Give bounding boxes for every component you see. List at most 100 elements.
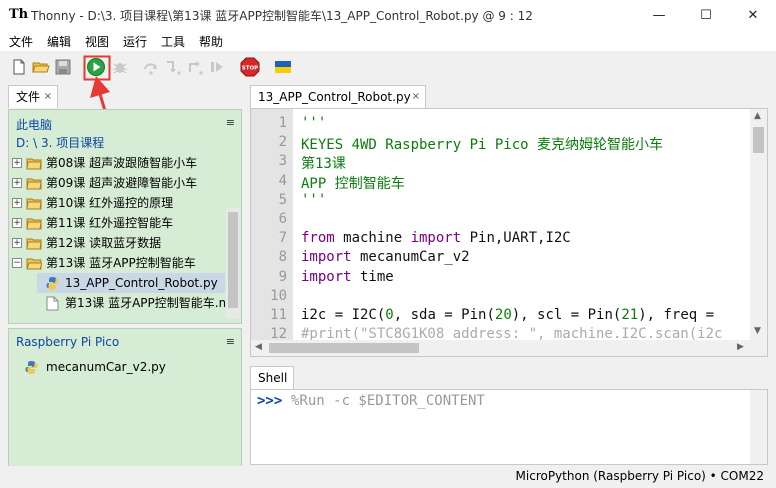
code-token: ''': [301, 115, 327, 131]
menu-help[interactable]: 帮助: [199, 33, 223, 50]
tree-item-label: 13_APP_Control_Robot.py: [65, 276, 218, 290]
shell-scrollbar[interactable]: [750, 390, 767, 464]
menu-file[interactable]: 文件: [9, 33, 33, 50]
expand-icon[interactable]: +: [12, 218, 22, 228]
location-path-link[interactable]: D: \ 3. 项目课程: [16, 134, 104, 151]
line-number: 3: [278, 153, 287, 170]
line-number: 7: [278, 230, 287, 247]
step-out-icon[interactable]: [186, 58, 204, 76]
resume-icon[interactable]: [208, 58, 226, 76]
tab-files-label: 文件: [16, 90, 41, 104]
tree-item-label: 第13课 蓝牙APP控制智能车.m: [65, 296, 225, 310]
scroll-down-icon[interactable]: ▼: [754, 326, 761, 336]
tree-item-label: 第10课 红外遥控的原理: [46, 196, 174, 210]
tree-item[interactable]: + 第09课 超声波避障智能小车: [9, 173, 225, 193]
editor-horizontal-scrollbar[interactable]: ◀ ▶: [251, 340, 767, 356]
tab-editor-file[interactable]: 13_APP_Control_Robot.py ×: [250, 85, 426, 108]
code-token: 21: [621, 307, 639, 323]
expand-icon[interactable]: +: [12, 198, 22, 208]
code-line: i2c = I2C(0, sda = Pin(20), scl = Pin(21…: [301, 307, 722, 323]
code-line: import time: [301, 269, 394, 285]
editor-vertical-scrollbar[interactable]: ▲ ▼: [750, 109, 767, 341]
line-number-gutter: 1 2 3 4 5 6 7 8 9 10 11 12: [251, 109, 293, 342]
device-menu-icon[interactable]: ≡: [226, 335, 235, 348]
minimize-button[interactable]: —: [636, 0, 682, 31]
folder-icon: [26, 178, 42, 190]
code-line: import mecanumCar_v2: [301, 249, 470, 265]
tree-item-label: 第11课 红外遥控智能车: [46, 216, 174, 230]
tree-item[interactable]: mecanumCar_v2.py: [9, 357, 225, 377]
line-number: 8: [278, 249, 287, 266]
menu-tools[interactable]: 工具: [161, 33, 185, 50]
thonny-logo-icon: Th: [9, 7, 29, 22]
close-window-button[interactable]: ✕: [730, 0, 776, 31]
status-bar: MicroPython (Raspberry Pi Pico) • COM22: [0, 466, 776, 488]
expand-icon[interactable]: +: [12, 158, 22, 168]
scroll-up-icon[interactable]: ▲: [754, 111, 761, 121]
scroll-right-icon[interactable]: ▶: [737, 342, 744, 352]
scroll-left-icon[interactable]: ◀: [255, 342, 262, 352]
menu-edit[interactable]: 编辑: [47, 33, 71, 50]
code-token: 第13课: [301, 156, 346, 173]
tree-item[interactable]: + 第11课 红外遥控智能车: [9, 213, 225, 233]
tree-item[interactable]: 第13课 蓝牙APP控制智能车.m: [37, 293, 225, 313]
files-tree-pane: 此电脑 ≡ D: \ 3. 项目课程 + 第08课 超声波跟随智能小车 + 第0…: [8, 109, 242, 324]
line-number: 1: [278, 115, 287, 131]
code-line: KEYES 4WD Raspberry Pi Pico 麦克纳姆轮智能小车: [301, 134, 663, 154]
stop-icon[interactable]: STOP: [240, 57, 260, 77]
editor-hscroll-thumb[interactable]: [269, 343, 419, 353]
code-line: 第13课: [301, 153, 346, 173]
python-file-icon: [25, 361, 38, 374]
new-file-icon[interactable]: [10, 58, 28, 76]
maximize-button[interactable]: ☐: [683, 0, 729, 31]
shell-prompt: >>>: [257, 393, 283, 409]
interpreter-status[interactable]: MicroPython (Raspberry Pi Pico) • COM22: [516, 469, 764, 483]
tab-shell[interactable]: Shell: [250, 366, 294, 389]
python-file-icon: [46, 277, 59, 290]
code-token: ''': [301, 191, 327, 208]
shell-command: %Run -c $EDITOR_CONTENT: [291, 393, 485, 409]
code-line: APP 控制智能车: [301, 173, 405, 193]
tree-item[interactable]: + 第08课 超声波跟随智能小车: [9, 153, 225, 173]
window-title: Thonny - D:\3. 项目课程\第13课 蓝牙APP控制智能车\13_A…: [31, 9, 533, 23]
code-token: , sda = Pin(: [393, 307, 495, 323]
files-scrollbar-thumb[interactable]: [228, 212, 238, 308]
open-folder-icon[interactable]: [32, 58, 50, 76]
tree-item[interactable]: + 第12课 读取蓝牙数据: [9, 233, 225, 253]
code-token: APP 控制智能车: [301, 175, 405, 192]
shell-console[interactable]: >>> %Run -c $EDITOR_CONTENT: [250, 389, 768, 465]
line-number: 10: [270, 287, 287, 304]
code-token: mecanumCar_v2: [351, 249, 470, 266]
save-icon[interactable]: [54, 58, 72, 76]
menu-bar: 文件 编辑 视图 运行 工具 帮助: [0, 31, 776, 51]
device-title[interactable]: Raspberry Pi Pico: [16, 335, 119, 349]
step-into-icon[interactable]: [164, 58, 182, 76]
location-root-link[interactable]: 此电脑: [16, 116, 52, 133]
tree-item[interactable]: + 第10课 红外遥控的原理: [9, 193, 225, 213]
tab-editor-close-icon[interactable]: ×: [412, 86, 420, 108]
files-menu-icon[interactable]: ≡: [226, 116, 235, 129]
menu-view[interactable]: 视图: [85, 33, 109, 50]
tree-item-label: mecanumCar_v2.py: [46, 360, 166, 374]
code-token: i2c = I2C(: [301, 307, 386, 323]
tab-files[interactable]: 文件 ×: [8, 85, 58, 108]
menu-run[interactable]: 运行: [123, 33, 147, 50]
code-token: time: [351, 268, 394, 285]
code-editor[interactable]: 1 2 3 4 5 6 7 8 9 10 11 12 ''' KEYES 4WD Raspberry P…: [250, 108, 768, 357]
code-line: ''': [301, 192, 326, 208]
files-scrollbar[interactable]: [226, 208, 240, 318]
collapse-icon[interactable]: −: [12, 258, 22, 268]
step-over-icon[interactable]: [142, 58, 160, 76]
code-line: from machine import Pin,UART,I2C: [301, 230, 571, 246]
editor-vscroll-thumb[interactable]: [753, 127, 764, 153]
line-number: 11: [270, 307, 287, 323]
tree-item[interactable]: − 第13课 蓝牙APP控制智能车: [9, 253, 225, 273]
folder-icon: [26, 238, 42, 250]
tree-item-selected[interactable]: 13_APP_Control_Robot.py: [37, 273, 225, 293]
tab-files-close-icon[interactable]: ×: [44, 86, 52, 108]
ukraine-flag-icon[interactable]: [274, 58, 292, 76]
expand-icon[interactable]: +: [12, 178, 22, 188]
title-bar: Th Thonny - D:\3. 项目课程\第13课 蓝牙APP控制智能车\1…: [0, 0, 776, 31]
code-token: 0: [385, 307, 394, 323]
expand-icon[interactable]: +: [12, 238, 22, 248]
